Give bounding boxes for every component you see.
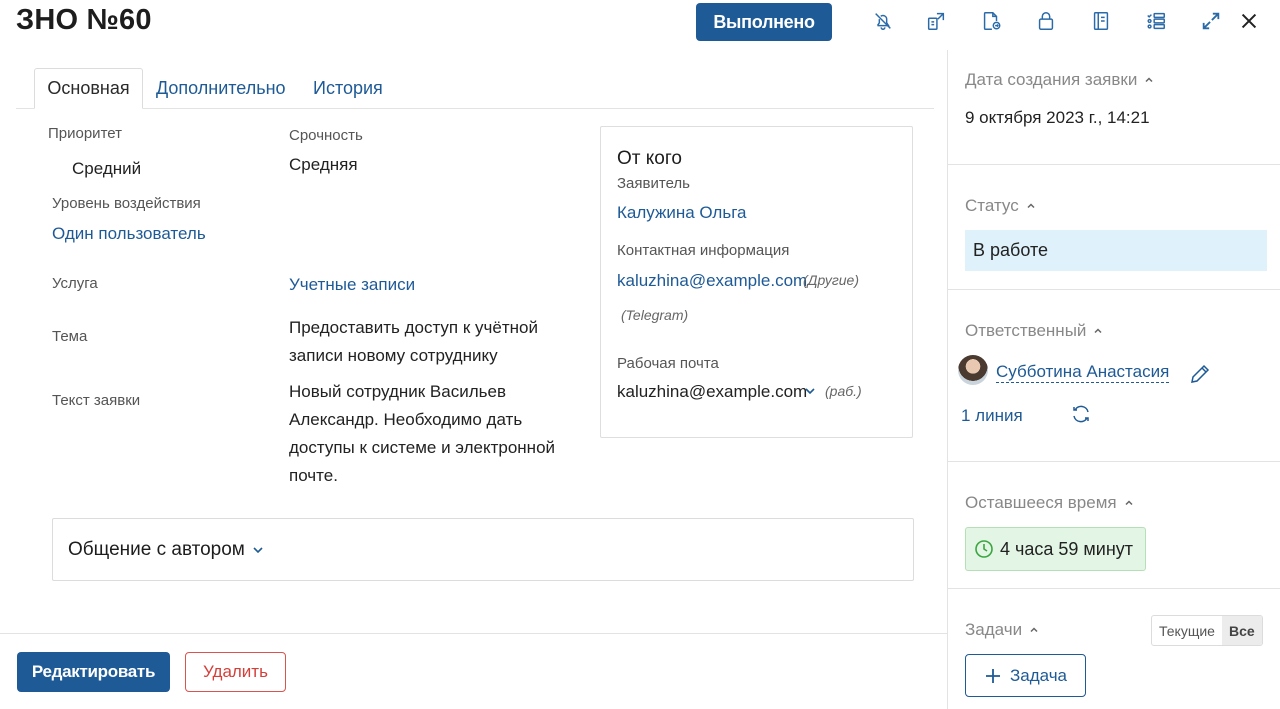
tasks-label: Задачи xyxy=(965,620,1023,639)
applicant-label: Заявитель xyxy=(617,175,690,192)
remaining-time-value: 4 часа 59 минут xyxy=(1000,538,1134,559)
chevron-up-icon xyxy=(1125,500,1133,506)
footer-divider xyxy=(0,633,947,634)
line-link[interactable]: 1 линия xyxy=(961,406,1023,426)
telegram-note: (Telegram) xyxy=(621,307,689,323)
chevron-down-icon[interactable] xyxy=(803,384,817,401)
contact-email-note: (Другие) xyxy=(803,272,859,288)
tasks-filter-current[interactable]: Текущие xyxy=(1152,616,1222,645)
applicant-link[interactable]: Калужина Ольга xyxy=(617,203,747,223)
responsible-label: Ответственный xyxy=(965,321,1087,340)
refresh-icon[interactable] xyxy=(1069,402,1093,431)
panel-divider xyxy=(947,50,948,709)
lock-icon[interactable] xyxy=(1033,8,1059,34)
tabs-divider xyxy=(16,108,934,109)
tasks-header[interactable]: Задачи xyxy=(965,620,1040,640)
work-email-note: (раб.) xyxy=(825,383,862,399)
created-date-label: Дата создания заявки xyxy=(965,70,1138,89)
checklist-icon[interactable] xyxy=(1143,8,1169,34)
status-header[interactable]: Статус xyxy=(965,196,1037,216)
remaining-time-label: Оставшееся время xyxy=(965,493,1117,512)
urgency-value: Средняя xyxy=(289,155,358,174)
from-card-title: От кого xyxy=(617,148,682,169)
section-divider xyxy=(948,461,1280,462)
tab-history[interactable]: История xyxy=(313,68,383,109)
tasks-filter: Текущие Все xyxy=(1151,615,1263,646)
from-card: От кого Заявитель Калужина Ольга Контакт… xyxy=(600,126,913,438)
contact-email-link[interactable]: kaluzhina@example.com xyxy=(617,271,807,291)
communication-section[interactable]: Общение с автором xyxy=(52,518,914,581)
notebook-icon[interactable] xyxy=(1088,8,1114,34)
created-date-header[interactable]: Дата создания заявки xyxy=(965,70,1155,90)
service-value-link[interactable]: Учетные записи xyxy=(289,275,415,295)
impact-label: Уровень воздействия xyxy=(52,195,201,212)
urgency-label: Срочность xyxy=(289,127,363,144)
communication-title: Общение с автором xyxy=(68,539,245,560)
request-text-label: Текст заявки xyxy=(52,392,141,409)
request-text-value: Новый сотрудник Васильев Александр. Необ… xyxy=(289,382,556,485)
section-divider xyxy=(948,164,1280,165)
chevron-up-icon xyxy=(1030,627,1038,633)
chevron-up-icon xyxy=(1145,77,1153,83)
section-divider xyxy=(948,289,1280,290)
close-icon[interactable] xyxy=(1236,8,1262,34)
impact-value-link[interactable]: Один пользователь xyxy=(52,224,206,244)
remaining-time-badge: 4 часа 59 минут xyxy=(965,527,1146,571)
subject-label: Тема xyxy=(52,328,88,345)
chevron-down-icon xyxy=(253,547,263,554)
contact-info-label: Контактная информация xyxy=(617,242,790,259)
priority-label: Приоритет xyxy=(48,125,122,142)
bell-off-icon[interactable] xyxy=(870,8,896,34)
chevron-up-icon xyxy=(1094,328,1102,334)
tab-main[interactable]: Основная xyxy=(34,68,143,109)
chevron-up-icon xyxy=(1027,203,1035,209)
avatar xyxy=(958,355,988,385)
priority-value: Средний xyxy=(72,159,142,178)
tab-additional[interactable]: Дополнительно xyxy=(156,68,286,109)
plus-icon xyxy=(985,668,1000,683)
pencil-icon[interactable] xyxy=(1188,362,1212,391)
section-divider xyxy=(948,588,1280,589)
add-task-button[interactable]: Задача xyxy=(965,654,1086,697)
status-label: Статус xyxy=(965,196,1019,215)
page-title: ЗНО №60 xyxy=(16,4,152,36)
done-button[interactable]: Выполнено xyxy=(696,3,832,41)
responsible-header[interactable]: Ответственный xyxy=(965,321,1104,341)
subject-value: Предоставить доступ к учётной записи нов… xyxy=(289,318,538,365)
work-email-label: Рабочая почта xyxy=(617,355,719,372)
expand-icon[interactable] xyxy=(1198,8,1224,34)
communication-toggle[interactable]: Общение с автором xyxy=(68,539,265,561)
transfer-icon[interactable] xyxy=(923,8,949,34)
service-label: Услуга xyxy=(52,275,98,292)
delete-button[interactable]: Удалить xyxy=(185,652,286,692)
responsible-name-link[interactable]: Субботина Анастасия xyxy=(996,362,1170,383)
clock-icon xyxy=(975,540,993,558)
file-move-icon[interactable] xyxy=(978,8,1004,34)
add-task-label: Задача xyxy=(1009,665,1068,685)
created-date-value: 9 октября 2023 г., 14:21 xyxy=(965,108,1150,127)
edit-button[interactable]: Редактировать xyxy=(17,652,170,692)
status-badge: В работе xyxy=(965,230,1267,271)
work-email-value: kaluzhina@example.com xyxy=(617,382,808,401)
remaining-time-header[interactable]: Оставшееся время xyxy=(965,493,1135,513)
tasks-filter-all[interactable]: Все xyxy=(1221,616,1262,645)
